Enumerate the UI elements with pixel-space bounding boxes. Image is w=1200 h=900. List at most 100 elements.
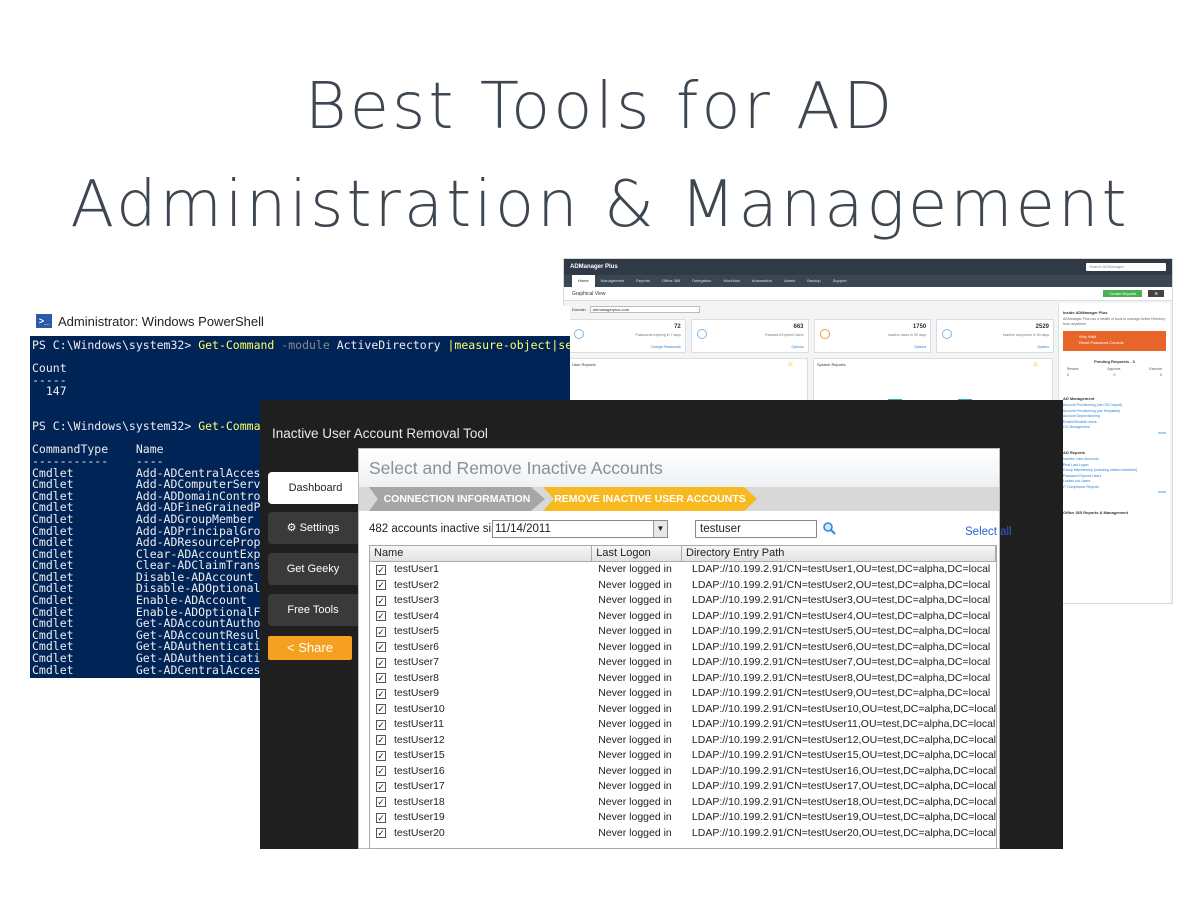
cell-last-logon: Never logged in	[598, 687, 672, 699]
col-name[interactable]: Name	[370, 546, 593, 561]
more-link[interactable]: more	[1063, 490, 1166, 496]
pending-requests: Pending Requests - 0	[1094, 359, 1135, 364]
domain-select[interactable]: admanagerplus.com	[589, 305, 700, 313]
search-input[interactable]: testuser	[695, 520, 817, 538]
checkbox[interactable]: ✓	[376, 719, 386, 730]
step-connection-information[interactable]: CONNECTION INFORMATION	[369, 487, 545, 511]
checkbox[interactable]: ✓	[376, 673, 386, 684]
table-row[interactable]: ✓ testUser18 Never logged in LDAP://10.199.…	[370, 795, 996, 811]
tab-management[interactable]: Management	[595, 275, 630, 287]
tab-delegation[interactable]: Delegation	[686, 275, 717, 287]
tab-workflow[interactable]: Workflow	[717, 275, 745, 287]
table-row[interactable]: ✓ testUser10 Never logged in LDAP://10.199.…	[370, 702, 996, 718]
table-row[interactable]: ✓ testUser17 Never logged in LDAP://10.199.…	[370, 779, 996, 795]
table-row[interactable]: ✓ testUser9 Never logged in LDAP://10.199.2…	[370, 686, 996, 702]
pending-col: Execute	[1149, 367, 1162, 371]
checkbox[interactable]: ✓	[376, 828, 386, 839]
checkbox[interactable]: ✓	[376, 781, 386, 792]
table-row[interactable]: ✓ testUser16 Never logged in LDAP://10.199.…	[370, 764, 996, 780]
checkbox[interactable]: ✓	[376, 657, 386, 668]
table-row[interactable]: ✓ testUser5 Never logged in LDAP://10.199.2…	[370, 624, 996, 640]
prompt: PS C:\Windows\system32>	[32, 419, 192, 434]
stat-card[interactable]: 663 Password Expired Users Options	[690, 319, 809, 353]
checkbox[interactable]: ✓	[376, 580, 386, 591]
nav-get-geeky[interactable]: Get Geeky	[268, 553, 358, 585]
cell-name: ✓ testUser16	[370, 764, 592, 780]
checkbox[interactable]: ✓	[376, 595, 386, 606]
create-reports-button[interactable]: Create Reports	[1103, 290, 1143, 297]
stat-link[interactable]: Options	[1037, 345, 1049, 349]
search-icon[interactable]	[822, 521, 836, 535]
stat-link[interactable]: Options	[791, 345, 803, 349]
user-name: testUser10	[394, 702, 445, 715]
search-icon	[574, 329, 584, 339]
table-row[interactable]: ✓ testUser20 Never logged in LDAP://10.199.…	[370, 826, 996, 842]
col-directory-path[interactable]: Directory Entry Path	[682, 546, 996, 561]
table-row[interactable]: ✓ testUser3 Never logged in LDAP://10.199.2…	[370, 593, 996, 609]
more-link[interactable]: more	[1063, 431, 1166, 437]
cell-last-logon: Never logged in	[598, 625, 672, 637]
table-row[interactable]: ✓ testUser11 Never logged in LDAP://10.199.…	[370, 717, 996, 733]
tab-support[interactable]: Support	[827, 275, 853, 287]
admanager-search-input[interactable]: Search ADManager	[1086, 263, 1166, 271]
tab-home[interactable]: Home	[572, 275, 595, 287]
table-row[interactable]: ✓ testUser2 Never logged in LDAP://10.199.2…	[370, 578, 996, 594]
checkbox[interactable]: ✓	[376, 735, 386, 746]
cell-name: ✓ testUser19	[370, 810, 592, 826]
domain-selector: Domain admanagerplus.com	[568, 303, 1054, 315]
select-all-link[interactable]: Select all	[965, 526, 1012, 538]
table-row[interactable]: ✓ testUser12 Never logged in LDAP://10.199.…	[370, 733, 996, 749]
checkbox[interactable]: ✓	[376, 642, 386, 653]
col-last-logon[interactable]: Last Logon	[592, 546, 682, 561]
gear-icon[interactable]: ⚙	[1148, 290, 1164, 297]
checkbox[interactable]: ✓	[376, 611, 386, 622]
command: Get-Command	[198, 338, 275, 352]
panel-heading: Select and Remove Inactive Accounts	[359, 449, 999, 487]
stat-link[interactable]: Options	[914, 345, 926, 349]
nav-settings[interactable]: ⚙ Settings	[268, 512, 358, 544]
cell-name: ✓ testUser1	[370, 562, 592, 578]
cell-directory-path: LDAP://10.199.2.91/CN=testUser17,OU=test…	[691, 780, 996, 792]
cell-last-logon: Never logged in	[598, 609, 672, 622]
stat-card[interactable]: 1750 Inactive users in 30 days Options	[813, 319, 932, 353]
checkbox[interactable]: ✓	[376, 797, 386, 808]
checkbox[interactable]: ✓	[376, 766, 386, 777]
user-icon	[819, 329, 830, 339]
filter-bar: 482 accounts inactive since 11/14/2011 ▼…	[369, 520, 1012, 540]
cell-last-logon: Never logged in	[598, 671, 672, 684]
step-remove-inactive-accounts[interactable]: REMOVE INACTIVE USER ACCOUNTS	[543, 487, 757, 511]
nav-dashboard[interactable]: Dashboard	[268, 472, 363, 504]
inactive-since-date-picker[interactable]: 11/14/2011 ▼	[492, 520, 668, 538]
tab-admin[interactable]: Admin	[778, 275, 801, 287]
share-button[interactable]: < Share	[268, 636, 352, 660]
table-row[interactable]: ✓ testUser4 Never logged in LDAP://10.199.2…	[370, 609, 996, 625]
graphical-view-label[interactable]: Graphical View	[572, 291, 606, 297]
table-row[interactable]: ✓ testUser7 Never logged in LDAP://10.199.2…	[370, 655, 996, 671]
user-name: testUser2	[394, 578, 439, 591]
table-row[interactable]: ✓ testUser19 Never logged in LDAP://10.199.…	[370, 810, 996, 826]
table-row[interactable]: ✓ testUser1 Never logged in LDAP://10.199.2…	[370, 562, 996, 578]
checkbox[interactable]: ✓	[376, 750, 386, 761]
stat-card[interactable]: 2529 Inactive computers in 30 days Optio…	[936, 319, 1054, 353]
pending-val: 0	[1067, 373, 1069, 377]
stat-label: Password Expired Users	[765, 333, 804, 337]
tab-backup[interactable]: Backup	[801, 275, 826, 287]
cell-name: ✓ testUser12	[370, 733, 592, 749]
checkbox[interactable]: ✓	[376, 688, 386, 699]
checkbox[interactable]: ✓	[376, 564, 386, 575]
chevron-down-icon[interactable]: ▼	[653, 521, 667, 537]
table-row[interactable]: ✓ testUser15 Never logged in LDAP://10.199.…	[370, 748, 996, 764]
checkbox[interactable]: ✓	[376, 626, 386, 637]
stat-link[interactable]: Change Passwords	[650, 345, 680, 349]
table-row[interactable]: ✓ testUser6 Never logged in LDAP://10.199.2…	[370, 640, 996, 656]
nav-free-tools[interactable]: Free Tools	[268, 594, 358, 626]
table-row[interactable]: ✓ testUser8 Never logged in LDAP://10.199.2…	[370, 671, 996, 687]
checkbox[interactable]: ✓	[376, 704, 386, 715]
checkbox[interactable]: ✓	[376, 812, 386, 823]
tab-automation[interactable]: Automation	[746, 275, 778, 287]
promo-banner[interactable]: Why Wait Reset Password Console	[1063, 331, 1166, 351]
tab-reports[interactable]: Reports	[630, 275, 656, 287]
tab-office365[interactable]: Office 365	[656, 275, 686, 287]
stat-card[interactable]: 72 Passwords expiring in 7 days Change P…	[568, 319, 686, 353]
cell-directory-path: LDAP://10.199.2.91/CN=testUser3,OU=test,…	[692, 594, 991, 606]
